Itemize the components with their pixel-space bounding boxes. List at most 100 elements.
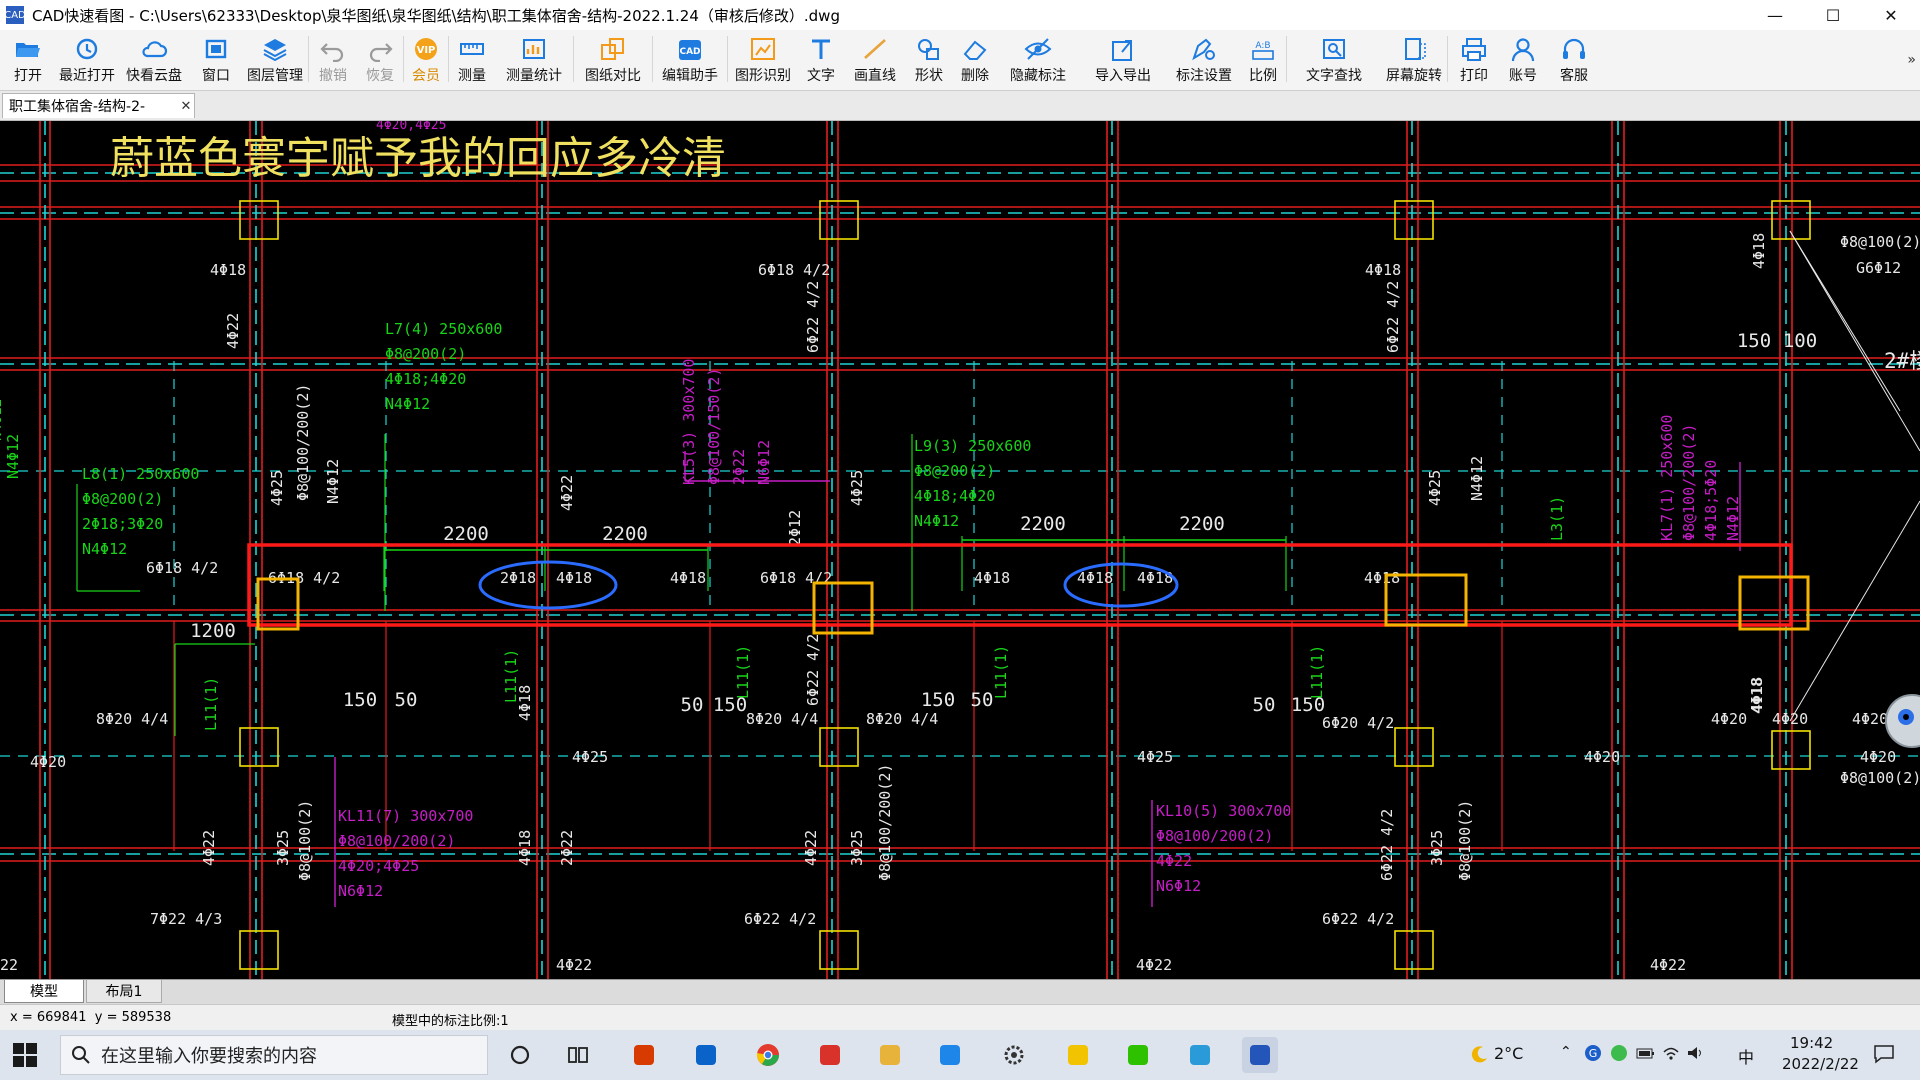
office-icon[interactable] bbox=[626, 1037, 662, 1073]
window-title: CAD快速看图 - C:\Users\62333\Desktop\泉华图纸\泉华… bbox=[32, 6, 840, 25]
cortana-icon[interactable] bbox=[502, 1037, 538, 1073]
edge-like-icon[interactable] bbox=[1182, 1037, 1218, 1073]
toolbar-undo-button[interactable]: 撤销 bbox=[309, 30, 357, 84]
ime-indicator[interactable]: 中 bbox=[1738, 1044, 1754, 1068]
toolbar-redo-button[interactable]: 恢复 bbox=[357, 30, 403, 84]
document-tab[interactable]: 职工集体宿舍-结构-2- ✕ bbox=[2, 93, 195, 118]
toolbar-label: 导入导出 bbox=[1095, 68, 1151, 84]
cad-text: 6Φ22 4/2 bbox=[1384, 281, 1402, 353]
wifi-icon[interactable] bbox=[1662, 1044, 1680, 1066]
tray-app2-icon[interactable] bbox=[1610, 1044, 1628, 1066]
weather-temperature[interactable]: 2°C bbox=[1494, 1044, 1523, 1063]
clock-date[interactable]: 2022/2/22 bbox=[1782, 1055, 1859, 1073]
vip-icon: VIP bbox=[412, 36, 440, 62]
cad-text: 2Φ18 bbox=[500, 569, 536, 587]
cad-text: 1200 bbox=[190, 620, 236, 642]
toolbar-vip-button[interactable]: VIP 会员 bbox=[404, 30, 448, 84]
close-tab-icon[interactable]: ✕ bbox=[178, 99, 194, 114]
toolbar-more-button[interactable]: » bbox=[1907, 52, 1916, 68]
toolbar-folder-open-button[interactable]: 打开 bbox=[0, 30, 56, 84]
cad-viewer-icon[interactable] bbox=[1242, 1037, 1278, 1073]
cad-text: 4Φ22 bbox=[1156, 852, 1192, 870]
store-icon[interactable] bbox=[688, 1037, 724, 1073]
column-box bbox=[1394, 930, 1434, 970]
layout-tab-strip: 模型 布局1 bbox=[0, 979, 1920, 1004]
toolbar-annotation-settings-button[interactable]: 标注设置 bbox=[1168, 30, 1240, 84]
measure-stats-icon bbox=[520, 36, 548, 62]
toolbar-text-search-button[interactable]: 文字查找 bbox=[1287, 30, 1381, 84]
volume-icon[interactable] bbox=[1686, 1044, 1704, 1066]
moon-weather-icon[interactable] bbox=[1470, 1044, 1490, 1068]
minimize-button[interactable]: — bbox=[1746, 0, 1804, 30]
taskbar-search-box[interactable]: 在这里输入你要搜索的内容 bbox=[60, 1035, 488, 1075]
cad-text: N4Φ12 bbox=[1724, 496, 1742, 541]
drawing-canvas[interactable]: 蔚蓝色寰宇赋予我的回应多冷清 4Φ20,4Φ25 4Φ18 6Φ18 4/2 4Φ18 Φ… bbox=[0, 121, 1920, 979]
cad-line bbox=[1789, 230, 1901, 412]
notification-icon[interactable] bbox=[1872, 1042, 1896, 1066]
cad-text: 4Φ22 bbox=[556, 956, 592, 974]
cad-text: N4Φ12 bbox=[4, 434, 22, 479]
wechat-icon[interactable] bbox=[1120, 1037, 1156, 1073]
toolbar-label: 屏幕旋转 bbox=[1386, 68, 1442, 84]
windows-start-icon[interactable] bbox=[12, 1042, 38, 1068]
cad-drawing[interactable]: 蔚蓝色寰宇赋予我的回应多冷清4Φ20,4Φ25 4Φ18 6Φ18 4/2 4Φ18 Φ… bbox=[0, 121, 1920, 979]
toolbar-shape-button[interactable]: 形状 bbox=[906, 30, 952, 84]
cad-text: 3Φ25 bbox=[274, 830, 292, 866]
toolbar-window-button[interactable]: 窗口 bbox=[190, 30, 242, 84]
toolbar-label: 画直线 bbox=[854, 68, 896, 84]
toolbar-compare-button[interactable]: 图纸对比 bbox=[574, 30, 652, 84]
cad-text: L8(1) 250x600 bbox=[82, 465, 199, 483]
cad-text: Φ8@100/200(2) bbox=[1156, 827, 1273, 845]
qq-music-icon[interactable] bbox=[1060, 1037, 1096, 1073]
folder-open-icon bbox=[14, 36, 42, 62]
cad-text: 4Φ25 bbox=[1426, 470, 1444, 506]
toolbar-printer-button[interactable]: 打印 bbox=[1448, 30, 1500, 84]
cad-text: 4Φ20 bbox=[1772, 710, 1808, 728]
toolbar-measure-stats-button[interactable]: 测量统计 bbox=[495, 30, 573, 84]
toolbar-text-button[interactable]: 文字 bbox=[798, 30, 844, 84]
tab-model[interactable]: 模型 bbox=[4, 980, 84, 1003]
tray-app1-icon[interactable]: G bbox=[1584, 1044, 1602, 1066]
toolbar-account-button[interactable]: 账号 bbox=[1500, 30, 1546, 84]
task-view-icon[interactable] bbox=[560, 1037, 596, 1073]
toolbar-headset-button[interactable]: 客服 bbox=[1546, 30, 1602, 84]
settings-icon[interactable] bbox=[996, 1037, 1032, 1073]
toolbar-shape-recognize-button[interactable]: 图形识别 bbox=[728, 30, 798, 84]
toolbar-scale-button[interactable]: A:B 比例 bbox=[1240, 30, 1286, 84]
toolbar-rotate-screen-button[interactable]: 屏幕旋转 bbox=[1381, 30, 1447, 84]
redo-icon bbox=[366, 36, 394, 62]
document-tab-label: 职工集体宿舍-结构-2- bbox=[9, 99, 146, 115]
clock-time[interactable]: 19:42 bbox=[1790, 1034, 1833, 1052]
cad-text: 150 bbox=[343, 689, 377, 711]
toolbar-import-export-button[interactable]: 导入导出 bbox=[1078, 30, 1168, 84]
toolbar-edit-assistant-button[interactable]: CAD 编辑助手 bbox=[653, 30, 727, 84]
chrome-icon[interactable] bbox=[750, 1037, 786, 1073]
cad-text: 2200 bbox=[1020, 513, 1066, 535]
cad-text: L3(1) bbox=[1548, 496, 1566, 541]
cad-text: Φ8@100/150(2) bbox=[705, 368, 723, 485]
cad-text: N6Φ12 bbox=[755, 440, 773, 485]
tab-layout1[interactable]: 布局1 bbox=[86, 980, 162, 1003]
cursor-coordinates: x = 669841 y = 589538 bbox=[10, 1010, 172, 1025]
toolbar-history-button[interactable]: 最近打开 bbox=[56, 30, 118, 84]
close-button[interactable]: ✕ bbox=[1862, 0, 1920, 30]
column-box bbox=[239, 930, 279, 970]
battery-icon[interactable] bbox=[1636, 1044, 1656, 1066]
column-box bbox=[1394, 727, 1434, 767]
toolbar-measure-button[interactable]: 测量 bbox=[449, 30, 495, 84]
assistant-robot-icon[interactable] bbox=[1885, 694, 1920, 748]
toolbar-hide-annotation-button[interactable]: 隐藏标注 bbox=[998, 30, 1078, 84]
maximize-button[interactable]: ☐ bbox=[1804, 0, 1862, 30]
toolbar-cloud-button[interactable]: 快看云盘 bbox=[118, 30, 190, 84]
cad-text: N4Φ12 bbox=[1468, 456, 1486, 501]
toolbar-eraser-button[interactable]: 删除 bbox=[952, 30, 998, 84]
file-explorer-icon[interactable] bbox=[872, 1037, 908, 1073]
cad-text: 6Φ20 4/2 bbox=[1322, 714, 1394, 732]
tencent-docs-icon[interactable] bbox=[932, 1037, 968, 1073]
cad-text: L7(4) 250x600 bbox=[385, 320, 502, 338]
tray-chevron-up-icon[interactable]: ⌃ bbox=[1560, 1044, 1572, 1060]
toolbar-line-button[interactable]: 画直线 bbox=[844, 30, 906, 84]
toolbar-layers-button[interactable]: 图层管理 bbox=[242, 30, 308, 84]
svg-text:VIP: VIP bbox=[417, 45, 436, 56]
wps-icon[interactable] bbox=[812, 1037, 848, 1073]
